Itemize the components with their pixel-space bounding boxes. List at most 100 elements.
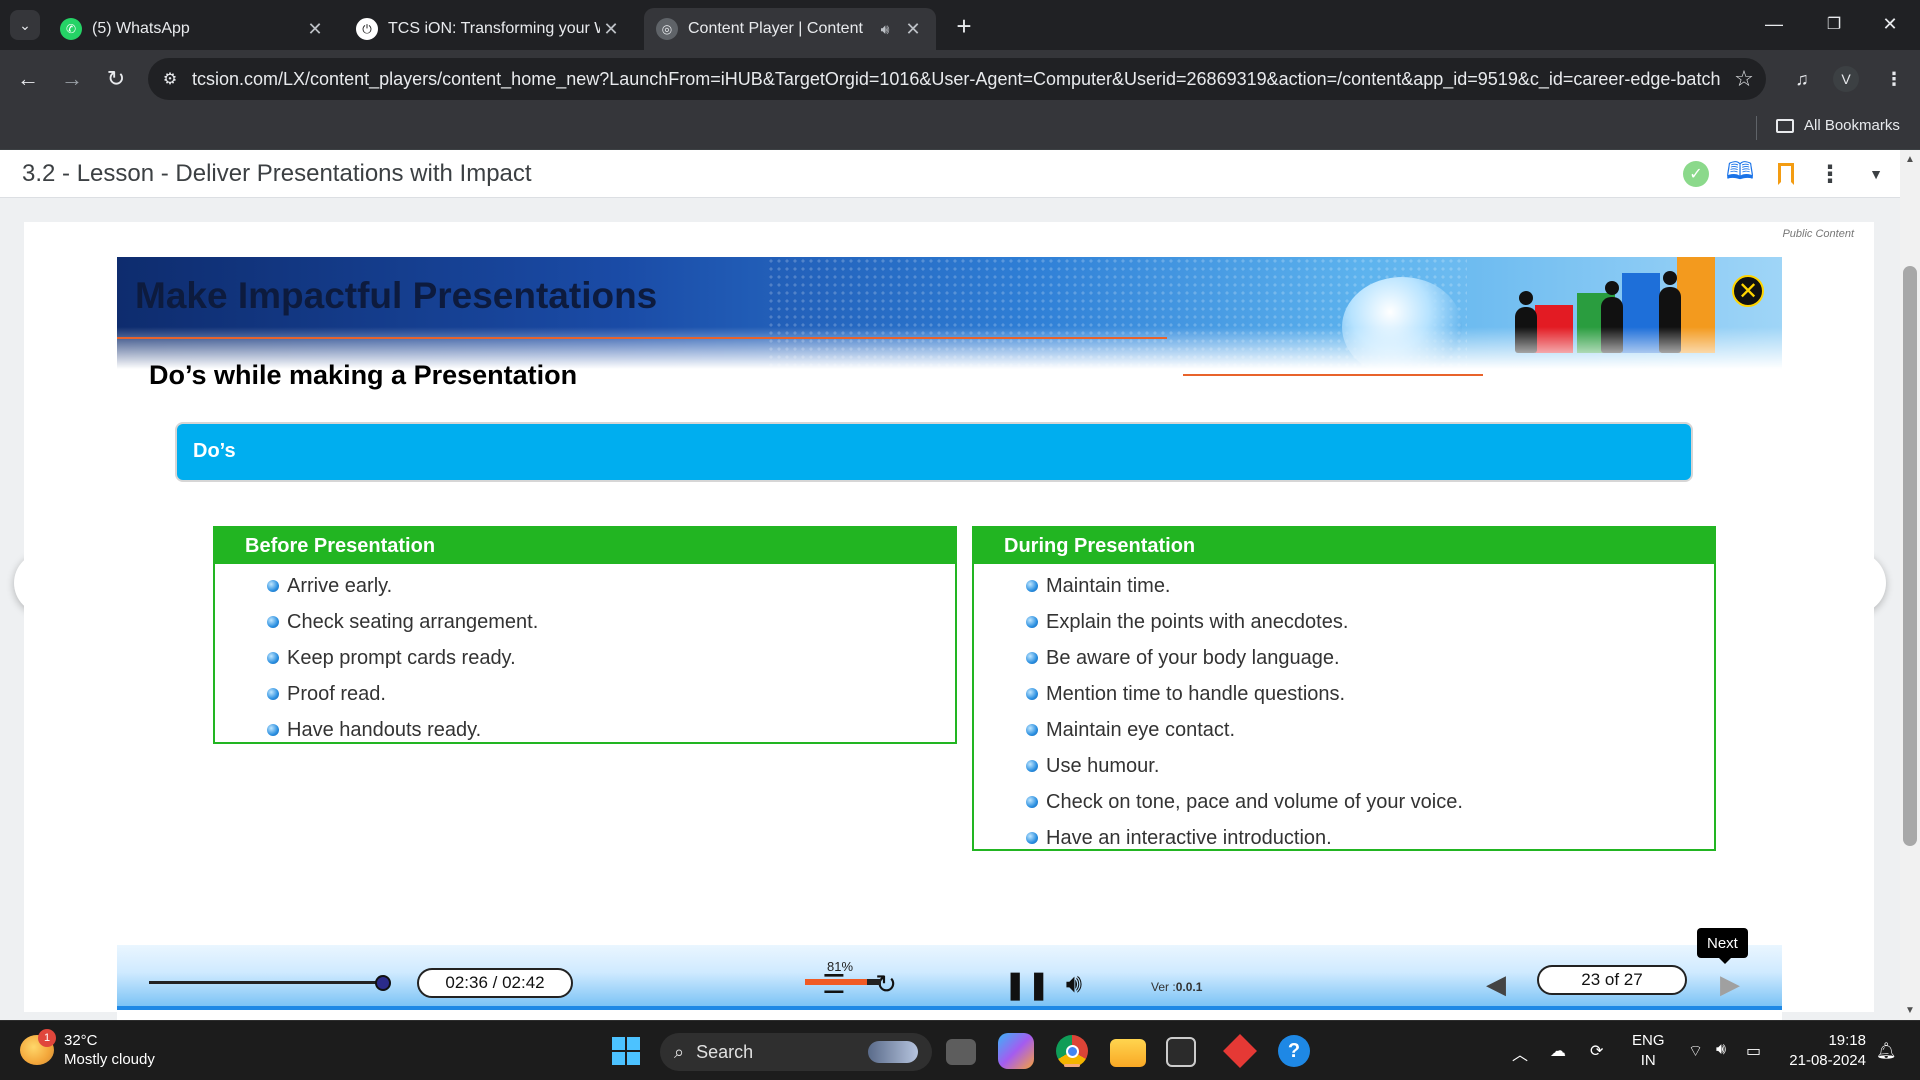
slide: Make Impactful Presentations ✕ Do’s whil… <box>117 257 1782 1020</box>
chevron-down-icon[interactable]: ▼ <box>1860 158 1892 190</box>
close-window-icon[interactable]: ✕ <box>1870 8 1910 40</box>
list-item-text: Maintain time. <box>1046 574 1171 597</box>
version-prefix: Ver <box>1151 980 1170 994</box>
close-tab-icon[interactable]: ✕ <box>304 19 326 40</box>
restore-icon[interactable]: ❐ <box>1814 8 1854 40</box>
profile-avatar[interactable]: V <box>1833 66 1859 92</box>
list-item: Maintain time. <box>1026 568 1714 604</box>
file-explorer-icon[interactable] <box>1110 1039 1146 1067</box>
tab-title: (5) WhatsApp <box>92 20 190 37</box>
windows-taskbar: 1 32°C Mostly cloudy ⌕ Search ? ︿ ☁ ⟳ EN… <box>0 1020 1920 1080</box>
forward-icon[interactable]: → <box>56 63 88 95</box>
microsoft-store-icon[interactable] <box>1166 1037 1196 1067</box>
wifi-icon[interactable]: ⌔ <box>1688 1041 1703 1061</box>
scroll-up-icon[interactable]: ▲ <box>1900 154 1920 165</box>
weather-widget[interactable]: 1 32°C Mostly cloudy <box>20 1029 155 1069</box>
zoom-slider[interactable] <box>805 979 881 985</box>
folder-icon <box>1776 118 1794 133</box>
page-counter: 23 of 27 <box>1537 965 1687 995</box>
bullet-icon <box>1026 760 1038 772</box>
show-hidden-icons-icon[interactable]: ︿ <box>1512 1041 1528 1065</box>
bookmark-icon[interactable] <box>1770 158 1802 190</box>
search-placeholder: Search <box>696 1041 754 1062</box>
address-bar[interactable]: ⚙ tcsion.com/LX/content_players/content_… <box>148 58 1766 100</box>
list-item: Arrive early. <box>267 568 955 604</box>
all-bookmarks-button[interactable]: All Bookmarks <box>1776 117 1900 134</box>
tab-whatsapp[interactable]: ✆ (5) WhatsApp ✕ <box>48 8 338 50</box>
browser-menu-icon[interactable]: ⋮ <box>1878 63 1910 95</box>
bullet-icon <box>1026 652 1038 664</box>
chrome-icon[interactable] <box>1054 1033 1090 1069</box>
sync-icon[interactable]: ⟳ <box>1590 1041 1603 1061</box>
list-item: Keep prompt cards ready. <box>267 640 955 676</box>
language-indicator[interactable]: ENG IN <box>1632 1031 1665 1071</box>
list-item-text: Check seating arrangement. <box>287 610 539 633</box>
globe-icon: ◎ <box>656 18 678 40</box>
prev-page-icon[interactable]: ◀ <box>1479 967 1513 1001</box>
tab-title: Content Player | Content <box>688 20 863 37</box>
taskbar-search[interactable]: ⌕ Search <box>660 1033 932 1071</box>
tab-search-button[interactable]: ⌄ <box>10 10 40 40</box>
slide-subtitle: Do’s while making a Presentation <box>149 360 578 390</box>
battery-icon[interactable]: ▭ <box>1746 1041 1761 1061</box>
list-item-text: Mention time to handle questions. <box>1046 682 1346 705</box>
url-text[interactable]: tcsion.com/LX/content_players/content_ho… <box>192 69 1722 90</box>
region-code: IN <box>1640 1052 1656 1069</box>
tab-content-player[interactable]: ◎ Content Player | Content 🔊︎ ✕ <box>644 8 936 50</box>
next-page-icon[interactable]: ▶ <box>1713 967 1747 1001</box>
bullet-icon <box>267 616 279 628</box>
notification-bell-icon[interactable]: 🔔︎ <box>1876 1041 1896 1061</box>
seek-knob[interactable] <box>375 975 392 991</box>
site-info-icon[interactable]: ⚙ <box>148 69 192 89</box>
app-red-diamond-icon[interactable] <box>1222 1033 1258 1069</box>
volume-icon[interactable]: 🔊︎ <box>1057 967 1091 1001</box>
list-item-text: Have an interactive introduction. <box>1046 826 1332 849</box>
bookmark-star-icon[interactable]: ☆ <box>1722 66 1766 92</box>
reload-icon[interactable]: ↻ <box>100 63 132 95</box>
list-item-text: Proof read. <box>287 682 386 705</box>
book-icon[interactable]: 🕮 <box>1724 158 1756 190</box>
list-item: Have an interactive introduction. <box>1026 820 1714 856</box>
list-item: Explain the points with anecdotes. <box>1026 604 1714 640</box>
bullet-icon <box>267 652 279 664</box>
whatsapp-icon: ✆ <box>60 18 82 40</box>
help-icon[interactable]: ? <box>1276 1033 1312 1069</box>
bullet-icon <box>1026 580 1038 592</box>
seek-bar[interactable] <box>149 981 389 984</box>
start-button[interactable] <box>608 1033 644 1069</box>
scrollbar-thumb[interactable] <box>1903 266 1917 846</box>
browser-toolbar: ← → ↻ ⚙ tcsion.com/LX/content_players/co… <box>0 50 1920 108</box>
page-scrollbar[interactable]: ▲ ▼ <box>1900 150 1920 1020</box>
copilot-icon[interactable] <box>998 1033 1034 1069</box>
close-tab-icon[interactable]: ✕ <box>600 19 622 40</box>
during-presentation-box: During Presentation Maintain time. Explai… <box>972 526 1716 851</box>
list-item: Proof read. <box>267 676 955 712</box>
zoom-level: 81% <box>827 959 854 974</box>
task-view-icon[interactable] <box>946 1039 976 1065</box>
version-number: 0.0.1 <box>1175 980 1203 994</box>
bullet-icon <box>1026 616 1038 628</box>
new-tab-button[interactable]: + <box>948 10 980 42</box>
clock-date: 21-08-2024 <box>1789 1052 1866 1069</box>
temperature: 32°C <box>64 1032 98 1049</box>
clock[interactable]: 19:18 21-08-2024 <box>1786 1031 1866 1071</box>
bullet-icon <box>1026 724 1038 736</box>
list-item: Have handouts ready. <box>267 712 955 748</box>
close-tab-icon[interactable]: ✕ <box>902 19 924 40</box>
media-control-icon[interactable]: ♫ <box>1786 63 1818 95</box>
minimize-icon[interactable]: — <box>1754 8 1794 40</box>
close-icon[interactable]: ✕ <box>1732 275 1764 307</box>
audio-playing-icon[interactable]: 🔊︎ <box>874 21 896 38</box>
onedrive-icon[interactable]: ☁ <box>1550 1041 1566 1061</box>
pause-icon[interactable]: ❚❚ <box>1004 967 1051 1001</box>
speaker-icon[interactable]: 🔊︎ <box>1716 1041 1726 1059</box>
before-presentation-heading: Before Presentation <box>215 528 955 564</box>
back-icon[interactable]: ← <box>12 63 44 95</box>
dos-label: Do’s <box>193 440 236 462</box>
weather-icon: 1 <box>20 1029 56 1065</box>
more-options-icon[interactable]: ⋮ <box>1814 158 1846 190</box>
list-item-text: Use humour. <box>1046 754 1160 777</box>
scroll-down-icon[interactable]: ▼ <box>1900 1005 1920 1016</box>
tab-tcs-ion[interactable]: ⏻ TCS iON: Transforming your Wo ✕ <box>344 8 634 50</box>
zoom-fill <box>805 979 867 985</box>
